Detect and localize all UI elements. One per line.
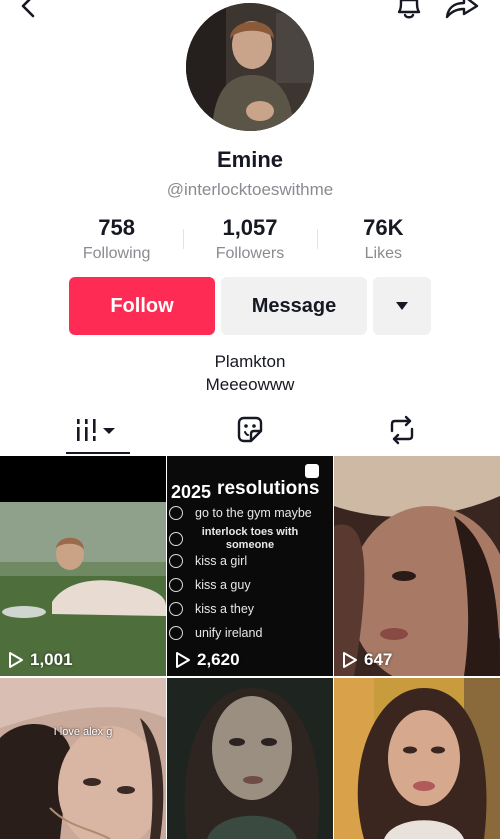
- repost-icon: [390, 415, 414, 445]
- stat-divider: [316, 229, 318, 249]
- bio-line: Meeeowww: [205, 375, 295, 394]
- stat-following[interactable]: 758 Following: [50, 215, 183, 265]
- follow-button[interactable]: Follow: [69, 277, 215, 335]
- view-count: 2,620: [175, 650, 240, 670]
- video-caption: I love alex g: [53, 726, 113, 738]
- more-options-button[interactable]: [373, 277, 431, 335]
- video-grid: 1,001 2025 resolutions go to the gym mayb…: [0, 456, 500, 839]
- resolution-text: go to the gym maybe: [195, 506, 312, 520]
- play-icon: [9, 652, 23, 668]
- checkbox-circle: [169, 578, 183, 592]
- profile-name: Emine: [216, 147, 284, 172]
- resolution-item: kiss a guy: [169, 578, 251, 592]
- resolutions-title: 2025 resolutions: [171, 478, 319, 503]
- followers-count: 1,057: [222, 215, 278, 240]
- active-tab-indicator: [66, 452, 130, 454]
- resolution-item: interlock toes with someone: [169, 526, 305, 552]
- share-arrow-icon: [445, 0, 479, 19]
- message-button[interactable]: Message: [221, 277, 367, 335]
- resolutions-word: resolutions: [217, 478, 320, 499]
- resolution-text: kiss a girl: [195, 554, 248, 568]
- chevron-left-icon: [21, 0, 35, 18]
- profile-bio: Plamkton Meeeowww: [0, 350, 500, 396]
- followers-label: Followers: [215, 245, 285, 262]
- avatar[interactable]: [186, 3, 314, 131]
- play-icon: [343, 652, 357, 668]
- checkbox-circle: [169, 554, 183, 568]
- video-thumbnail[interactable]: [334, 678, 500, 839]
- likes-label: Likes: [364, 245, 402, 262]
- view-count-value: 647: [364, 650, 393, 669]
- resolution-item: kiss a girl: [169, 554, 247, 568]
- sticker-icon: [237, 416, 263, 443]
- view-count: 1,001: [8, 650, 73, 670]
- profile-handle: @interlocktoeswithme: [166, 180, 334, 199]
- play-icon: [176, 652, 190, 668]
- view-count-value: 2,620: [197, 650, 240, 669]
- stat-divider: [183, 229, 185, 249]
- checkbox-circle: [169, 506, 183, 520]
- grid-icon: [77, 419, 115, 441]
- resolution-text: interlock toes with someone: [201, 526, 299, 551]
- bio-line: Plamkton: [214, 352, 286, 371]
- caret-down-icon: [396, 302, 408, 310]
- following-count: 758: [98, 215, 136, 240]
- stat-likes[interactable]: 76K Likes: [316, 215, 450, 265]
- resolution-item: unify ireland: [169, 626, 262, 640]
- thumbnail-image: [0, 456, 166, 676]
- thumbnail-image: [334, 678, 500, 839]
- thumbnail-image: [167, 678, 333, 839]
- stat-followers[interactable]: 1,057 Followers: [183, 215, 316, 265]
- share-button[interactable]: [444, 0, 480, 24]
- resolution-item: kiss a they: [169, 602, 254, 616]
- following-label: Following: [82, 245, 151, 262]
- resolution-text: kiss a guy: [195, 578, 251, 592]
- video-thumbnail[interactable]: 647: [334, 456, 500, 676]
- resolution-item: go to the gym maybe: [169, 506, 312, 520]
- video-thumbnail[interactable]: 1,001: [0, 456, 166, 676]
- profile-stats: 758 Following 1,057 Followers 76K Likes: [50, 215, 450, 265]
- view-count: 647: [342, 650, 392, 670]
- checkbox-circle: [169, 626, 183, 640]
- tab-stickers[interactable]: [167, 405, 333, 455]
- thumbnail-image: [334, 456, 500, 676]
- notifications-button[interactable]: [392, 0, 426, 24]
- resolution-text: kiss a they: [195, 602, 255, 616]
- video-thumbnail[interactable]: [167, 678, 333, 839]
- resolutions-year: 2025: [171, 482, 212, 502]
- video-thumbnail[interactable]: 2025 resolutions go to the gym maybe inte…: [167, 456, 333, 676]
- checkbox-circle: [169, 602, 183, 616]
- content-tabs: [0, 405, 500, 455]
- tab-reposts[interactable]: [319, 405, 485, 455]
- likes-count: 76K: [363, 215, 404, 240]
- back-button[interactable]: [14, 0, 44, 24]
- avatar-image: [186, 3, 314, 131]
- video-thumbnail[interactable]: I love alex g: [0, 678, 166, 839]
- thumbnail-image: [0, 678, 166, 839]
- resolution-text: unify ireland: [195, 626, 263, 640]
- view-count-value: 1,001: [30, 650, 73, 669]
- checkbox-circle: [169, 532, 183, 546]
- bell-icon: [397, 0, 421, 19]
- tab-videos[interactable]: [15, 405, 181, 455]
